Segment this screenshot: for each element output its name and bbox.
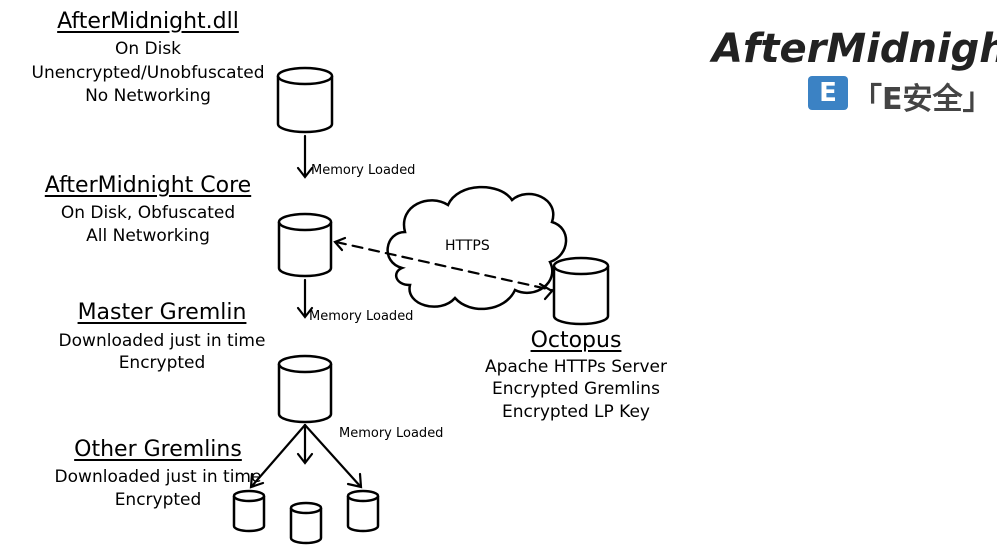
- core-database: [277, 212, 333, 278]
- core-line-2: All Networking: [86, 226, 210, 246]
- octopus-database: [552, 256, 610, 326]
- others-line-2: Encrypted: [114, 490, 202, 510]
- dll-line-2: Unencrypted/Unobfuscated: [31, 63, 265, 83]
- edge-dll-to-core: [296, 134, 314, 179]
- other-gremlin-database-2: [289, 501, 323, 545]
- core-title: AfterMidnight Core: [44, 173, 252, 198]
- edge-label-core-master: Memory Loaded: [309, 309, 414, 324]
- brand-title: AfterMidnight: [712, 26, 997, 72]
- octopus-line-1: Apache HTTPs Server: [484, 357, 668, 377]
- core-line-1: On Disk, Obfuscated: [60, 203, 236, 223]
- edge-label-master-others: Memory Loaded: [339, 426, 444, 441]
- others-line-1: Downloaded just in time: [54, 467, 262, 487]
- others-title: Other Gremlins: [74, 437, 242, 462]
- diagram-canvas: octopus dashed --> AfterMidnight.dll On …: [0, 0, 997, 558]
- master-title: Master Gremlin: [77, 300, 247, 325]
- dll-title: AfterMidnight.dll: [57, 9, 239, 34]
- edge-label-dll-core: Memory Loaded: [311, 163, 416, 178]
- octopus-line-3: Encrypted LP Key: [502, 402, 650, 422]
- dll-line-1: On Disk: [114, 39, 182, 59]
- master-line-1: Downloaded just in time: [58, 331, 266, 351]
- master-line-2: Encrypted: [118, 353, 206, 373]
- logo-e-icon: E: [808, 76, 848, 110]
- cloud-label: HTTPS: [445, 238, 490, 254]
- dll-line-3: No Networking: [85, 86, 211, 106]
- octopus-line-2: Encrypted Gremlins: [492, 379, 660, 399]
- octopus-title: Octopus: [530, 328, 622, 353]
- other-gremlin-database-3: [346, 489, 380, 533]
- master-database: [277, 354, 333, 424]
- dll-database: [276, 66, 334, 134]
- logo-text: 「E安全」: [852, 82, 993, 117]
